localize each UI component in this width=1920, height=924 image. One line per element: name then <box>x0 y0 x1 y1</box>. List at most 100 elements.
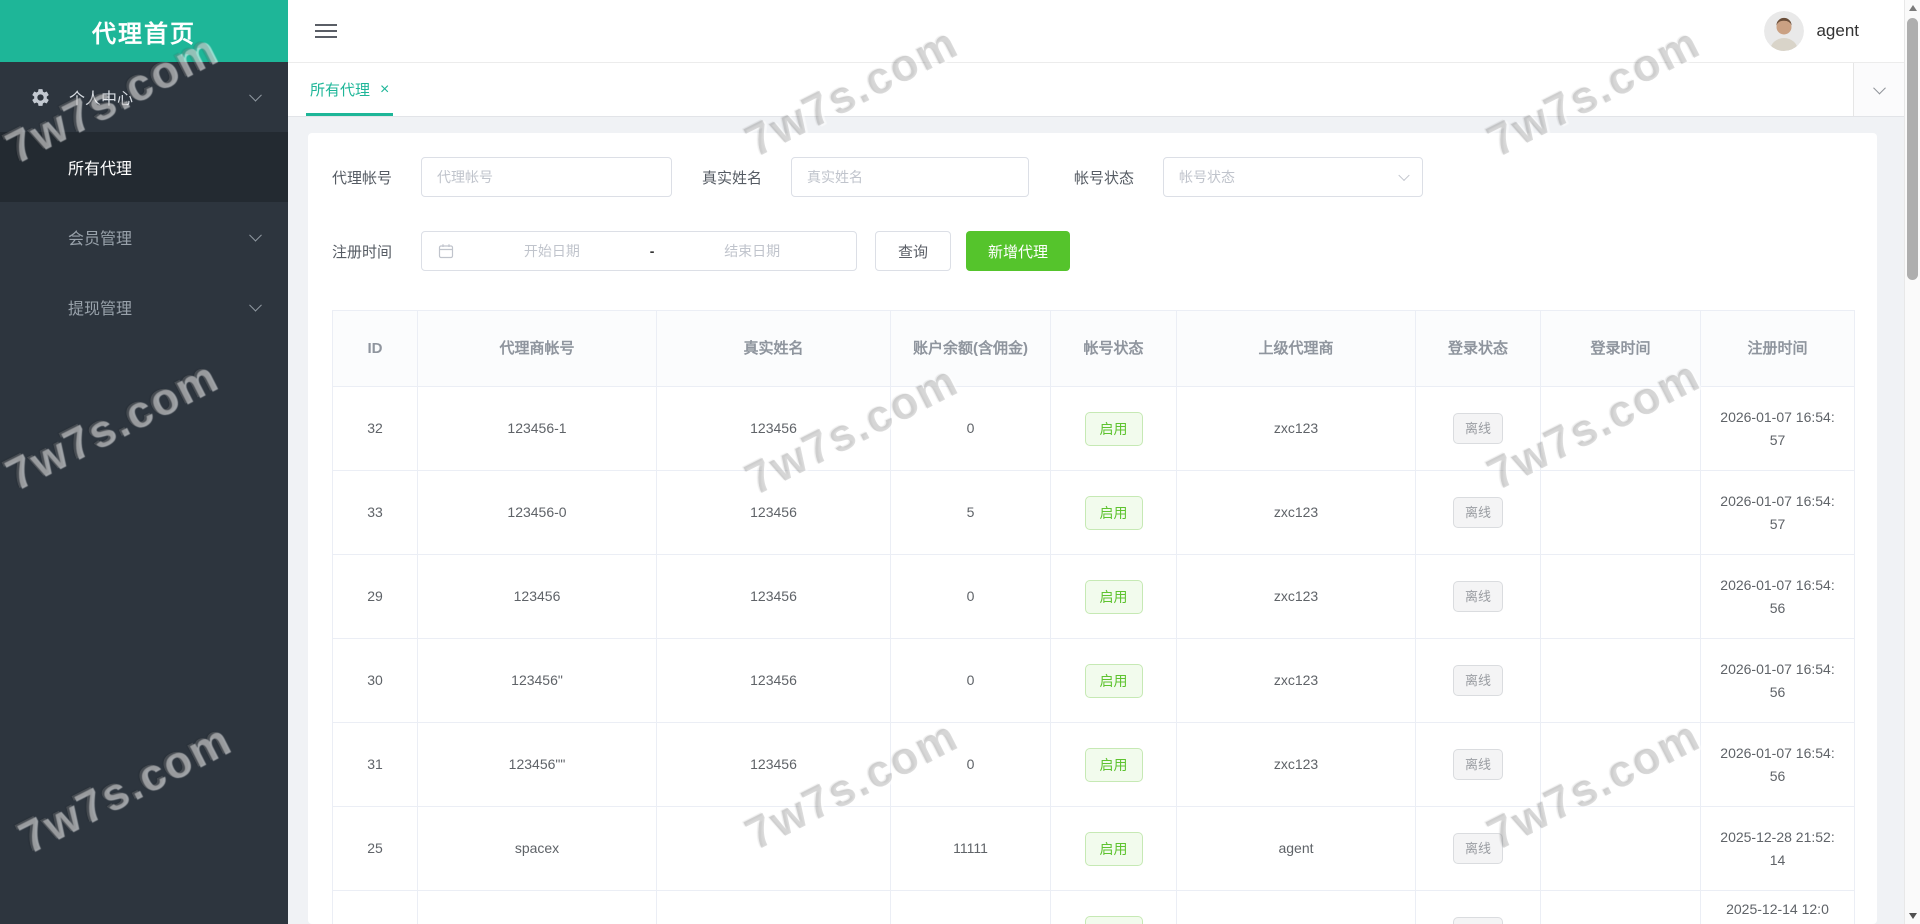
date-range-separator: - <box>649 243 655 259</box>
filter-row-1: 代理帐号 真实姓名 帐号状态 帐号状态 <box>332 157 1853 197</box>
cell-register-time: 2026-01-07 16:54:56 <box>1700 638 1855 723</box>
cell-parent <box>1176 890 1416 924</box>
cell-real-name <box>656 890 891 924</box>
cell-parent: zxc123 <box>1176 554 1416 639</box>
cell-login-time <box>1540 638 1701 723</box>
register-date-range-picker[interactable]: - <box>421 231 858 271</box>
cell-login-time <box>1540 386 1701 471</box>
cell-login-time <box>1540 470 1701 555</box>
cell-login-status: 离线 <box>1415 890 1541 924</box>
topbar: agent <box>288 0 1904 62</box>
scrollbar[interactable] <box>1904 0 1920 924</box>
table-row: 启用 离线 2025-12-14 12:0 <box>332 890 1855 924</box>
cell-register-time: 2026-01-07 16:54:57 <box>1700 386 1855 471</box>
cell-status: 启用 <box>1050 638 1177 723</box>
chevron-down-icon <box>249 298 262 312</box>
sidebar: 代理首页 个人中心 所有代理 会员管理 提现管理 <box>0 0 288 924</box>
sidebar-menu: 个人中心 所有代理 会员管理 提现管理 <box>0 62 288 342</box>
scroll-down-arrow[interactable] <box>1905 908 1920 924</box>
sidebar-item-member-management[interactable]: 会员管理 <box>0 202 288 272</box>
cell-register-time: 2026-01-07 16:54:56 <box>1700 554 1855 639</box>
cell-id <box>332 890 418 924</box>
hamburger-menu-icon[interactable] <box>315 20 337 42</box>
status-badge: 启用 <box>1084 579 1143 614</box>
sidebar-item-label: 个人中心 <box>69 91 134 108</box>
real-name-label: 真实姓名 <box>702 169 763 187</box>
cell-account: 123456 <box>417 554 657 639</box>
cell-account: 123456-1 <box>417 386 657 471</box>
cell-real-name: 123456 <box>656 638 891 723</box>
cell-balance: 0 <box>890 722 1051 807</box>
add-agent-button[interactable]: 新增代理 <box>966 231 1071 271</box>
scrollbar-thumb[interactable] <box>1907 18 1918 280</box>
login-status-badge: 离线 <box>1452 581 1503 612</box>
cell-id: 30 <box>332 638 418 723</box>
column-header-4: 帐号状态 <box>1050 310 1177 387</box>
sidebar-item-all-agents[interactable]: 所有代理 <box>0 132 288 202</box>
status-badge: 启用 <box>1084 663 1143 698</box>
cell-login-time <box>1540 722 1701 807</box>
login-status-badge: 离线 <box>1452 665 1503 696</box>
tab-list-dropdown-button[interactable] <box>1853 63 1904 116</box>
login-status-badge: 离线 <box>1452 917 1503 924</box>
content-area: 代理帐号 真实姓名 帐号状态 帐号状态 注册时间 <box>288 117 1904 924</box>
cell-account: 123456-0 <box>417 470 657 555</box>
cell-account <box>417 890 657 924</box>
account-status-select[interactable]: 帐号状态 <box>1163 157 1424 197</box>
cell-register-time: 2025-12-14 12:0 <box>1700 890 1855 924</box>
table-row: 32 123456-1 123456 0 启用 zxc123 离线 2026-01-07 16… <box>332 386 1855 471</box>
cell-parent: zxc123 <box>1176 722 1416 807</box>
chevron-down-icon <box>249 228 262 242</box>
app-logo: 代理首页 <box>0 0 288 62</box>
status-badge: 启用 <box>1084 831 1143 866</box>
select-placeholder: 帐号状态 <box>1179 169 1236 185</box>
register-time-label: 注册时间 <box>332 243 393 261</box>
cell-login-time <box>1540 806 1701 891</box>
cell-login-status: 离线 <box>1415 638 1541 723</box>
cell-balance: 5 <box>890 470 1051 555</box>
chevron-down-icon <box>249 88 262 102</box>
agent-account-label: 代理帐号 <box>332 169 393 187</box>
cell-id: 25 <box>332 806 418 891</box>
agents-table: ID 代理商帐号 真实姓名 账户余额(含佣金) 帐号状态 上级代理商 登录状态 登录时间 注册时… <box>332 310 1855 924</box>
cell-id: 32 <box>332 386 418 471</box>
cell-login-status: 离线 <box>1415 554 1541 639</box>
real-name-input[interactable] <box>791 157 1030 197</box>
status-badge: 启用 <box>1084 747 1143 782</box>
end-date-input[interactable] <box>660 243 845 259</box>
cell-balance: 0 <box>890 386 1051 471</box>
gear-icon <box>30 87 51 108</box>
cell-real-name: 123456 <box>656 470 891 555</box>
cell-id: 31 <box>332 722 418 807</box>
cell-id: 33 <box>332 470 418 555</box>
status-badge: 启用 <box>1084 495 1143 530</box>
tab-bar: 所有代理 × <box>288 62 1904 117</box>
column-header-0: ID <box>332 310 418 387</box>
cell-status: 启用 <box>1050 806 1177 891</box>
close-icon[interactable]: × <box>380 81 389 98</box>
cell-account: 123456" <box>417 638 657 723</box>
table-header-row: ID 代理商帐号 真实姓名 账户余额(含佣金) 帐号状态 上级代理商 登录状态 登录时间 注册时… <box>332 310 1855 387</box>
agent-account-input[interactable] <box>421 157 673 197</box>
sidebar-item-withdraw-management[interactable]: 提现管理 <box>0 272 288 342</box>
app-title: 代理首页 <box>92 20 196 48</box>
tab-label: 所有代理 <box>310 82 371 99</box>
cell-real-name: 123456 <box>656 554 891 639</box>
chevron-down-icon <box>1398 169 1410 182</box>
column-header-6: 登录状态 <box>1415 310 1541 387</box>
sidebar-item-personal-center[interactable]: 个人中心 <box>0 62 288 132</box>
cell-login-status: 离线 <box>1415 722 1541 807</box>
calendar-icon <box>438 243 454 259</box>
chevron-down-icon <box>1872 81 1886 95</box>
cell-status: 启用 <box>1050 890 1177 924</box>
search-button[interactable]: 查询 <box>875 231 952 271</box>
user-menu[interactable]: agent <box>1764 11 1859 51</box>
cell-status: 启用 <box>1050 722 1177 807</box>
scroll-up-arrow[interactable] <box>1905 0 1920 16</box>
start-date-input[interactable] <box>460 243 644 259</box>
login-status-badge: 离线 <box>1452 413 1503 444</box>
cell-parent: zxc123 <box>1176 386 1416 471</box>
tab-all-agents[interactable]: 所有代理 × <box>306 63 394 116</box>
table-row: 25 spacex 11111 启用 agent 离线 2025-12-28 21:52:1… <box>332 806 1855 891</box>
cell-real-name: 123456 <box>656 386 891 471</box>
